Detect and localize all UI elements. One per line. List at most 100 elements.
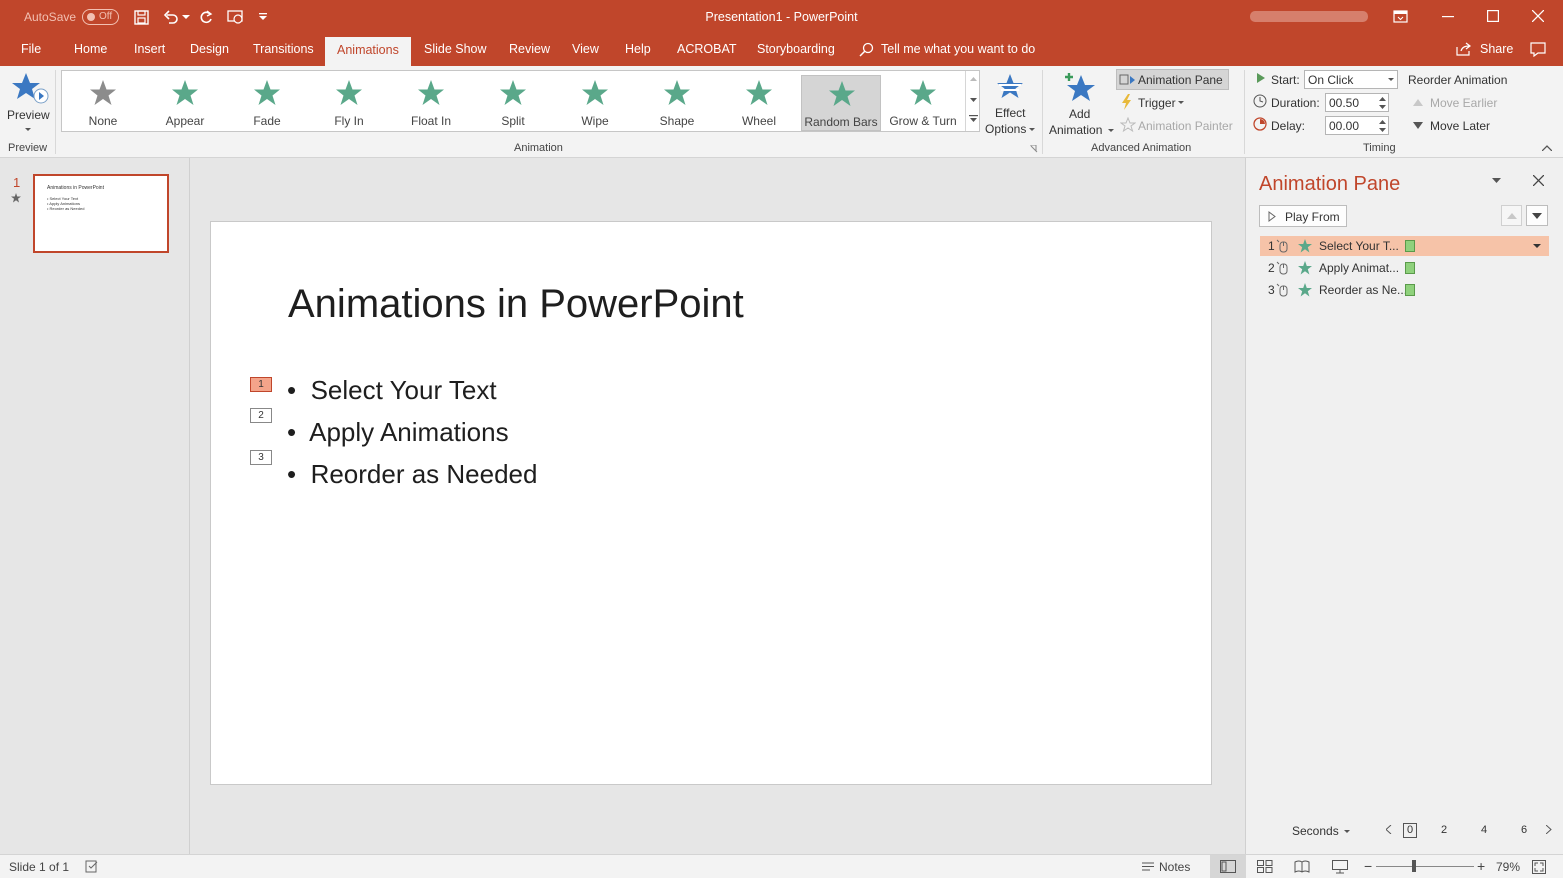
down-arrow-icon (1532, 213, 1542, 219)
zoom-in-button[interactable]: + (1477, 858, 1485, 874)
share-icon[interactable] (1456, 42, 1472, 56)
timeline-tick-2: 2 (1441, 824, 1448, 836)
pane-close-icon[interactable] (1533, 175, 1544, 186)
zoom-slider-thumb[interactable] (1412, 860, 1416, 872)
effect-split[interactable]: Split (473, 75, 553, 131)
tab-slide-show[interactable]: Slide Show (424, 42, 487, 56)
item-number: 3 (1268, 283, 1275, 297)
effect-appear[interactable]: Appear (145, 75, 225, 131)
tab-view[interactable]: View (572, 42, 599, 56)
notes-button[interactable]: Notes (1159, 860, 1190, 874)
animation-pane-item[interactable]: 1 Select Your T... (1260, 236, 1549, 256)
effect-grow-turn[interactable]: Grow & Turn (883, 75, 963, 131)
add-animation-button[interactable]: Add Animation (1046, 68, 1116, 138)
bullet-item-1[interactable]: • Select Your Text (287, 375, 497, 406)
effect-float-in[interactable]: Float In (391, 75, 471, 131)
bullet-item-3[interactable]: • Reorder as Needed (287, 459, 537, 490)
shape-star-icon (664, 80, 690, 105)
normal-view-button[interactable] (1210, 855, 1246, 878)
effect-label: Shape (659, 114, 695, 128)
reading-view-icon[interactable] (1294, 860, 1310, 873)
animation-pane-button[interactable]: Animation Pane (1116, 69, 1229, 90)
animation-pane: Animation Pane Play From 1 Select Your T.… (1245, 158, 1563, 854)
tab-transitions[interactable]: Transitions (253, 42, 314, 56)
bullet-text-2: Apply Animations (309, 417, 509, 447)
add-animation-dropdown-icon (1108, 129, 1114, 132)
minimize-icon[interactable] (1442, 16, 1454, 18)
gallery-scroll[interactable] (965, 71, 980, 131)
maximize-icon[interactable] (1487, 10, 1499, 22)
status-bar: Slide 1 of 1 Notes − + 79% (0, 854, 1563, 878)
comments-icon[interactable] (1530, 42, 1546, 57)
effect-fly-in[interactable]: Fly In (309, 75, 389, 131)
move-later-button[interactable]: Move Later (1410, 117, 1510, 135)
effect-none[interactable]: None (63, 75, 143, 131)
animation-pane-item[interactable]: 2 Apply Animat... (1260, 258, 1549, 278)
tab-file[interactable]: File (21, 42, 41, 56)
effect-options-label-2: Options (985, 122, 1027, 136)
slide-thumbnail-1[interactable]: Animations in PowerPoint • Select Your T… (33, 174, 169, 253)
timeline-left-icon[interactable] (1386, 825, 1392, 834)
preview-button[interactable]: Preview (4, 68, 52, 136)
gallery-up-icon[interactable] (970, 77, 977, 81)
seconds-dropdown-icon (1344, 830, 1350, 833)
close-icon[interactable] (1532, 10, 1544, 22)
move-earlier-button[interactable]: Move Earlier (1410, 94, 1510, 112)
spelling-check-icon[interactable] (85, 860, 99, 873)
play-from-button[interactable]: Play From (1259, 205, 1347, 227)
tab-acrobat[interactable]: ACROBAT (677, 42, 737, 56)
effect-options-button[interactable]: Effect Options (984, 70, 1036, 138)
effect-random-bars[interactable]: Random Bars (801, 75, 881, 131)
tab-insert[interactable]: Insert (134, 42, 165, 56)
animation-tag-1[interactable]: 1 (250, 377, 272, 392)
tab-review[interactable]: Review (509, 42, 550, 56)
bullet-item-2[interactable]: • Apply Animations (287, 417, 509, 448)
zoom-level[interactable]: 79% (1496, 860, 1520, 874)
zoom-slider[interactable] (1376, 866, 1474, 867)
animation-pane-item[interactable]: 3 Reorder as Ne... (1260, 280, 1549, 300)
animation-dialog-launcher-icon[interactable] (1030, 145, 1038, 153)
effect-shape[interactable]: Shape (637, 75, 717, 131)
gallery-more-icon[interactable] (969, 115, 978, 123)
zoom-out-button[interactable]: − (1364, 858, 1372, 874)
animation-painter-button[interactable]: Animation Painter (1118, 117, 1240, 135)
separator (1244, 70, 1245, 154)
slide-sorter-icon[interactable] (1257, 860, 1273, 873)
delay-input[interactable]: 00.00 (1325, 116, 1389, 135)
animation-tag-2[interactable]: 2 (250, 408, 272, 423)
fit-to-window-icon[interactable] (1532, 860, 1546, 874)
tab-home[interactable]: Home (74, 42, 107, 56)
slide-canvas[interactable]: Animations in PowerPoint 1 2 3 • Select … (210, 221, 1212, 785)
tab-storyboarding[interactable]: Storyboarding (757, 42, 835, 56)
duration-spinner-icon[interactable] (1379, 97, 1386, 109)
collapse-ribbon-icon[interactable] (1542, 145, 1552, 151)
animation-painter-label: Animation Painter (1138, 119, 1233, 133)
none-star-icon (90, 80, 116, 105)
share-button[interactable]: Share (1480, 42, 1513, 56)
tab-design[interactable]: Design (190, 42, 229, 56)
move-down-button[interactable] (1526, 205, 1548, 226)
effect-wipe[interactable]: Wipe (555, 75, 635, 131)
animation-tag-3[interactable]: 3 (250, 450, 272, 465)
move-up-button[interactable] (1501, 205, 1522, 226)
start-select[interactable]: On Click (1304, 70, 1398, 89)
gallery-down-icon[interactable] (970, 98, 977, 102)
slide-title[interactable]: Animations in PowerPoint (288, 282, 744, 327)
timeline-right-icon[interactable] (1546, 825, 1552, 834)
tell-me-input[interactable]: Tell me what you want to do (881, 42, 1035, 56)
delay-spinner-icon[interactable] (1379, 120, 1386, 132)
item-number: 2 (1268, 261, 1275, 275)
ribbon-display-options-icon[interactable] (1393, 10, 1408, 23)
item-dropdown-icon[interactable] (1533, 244, 1541, 249)
pane-options-icon[interactable] (1492, 178, 1501, 184)
thumb-title: Animations in PowerPoint (47, 185, 104, 191)
slideshow-view-icon[interactable] (1332, 860, 1348, 874)
tab-help[interactable]: Help (625, 42, 651, 56)
seconds-dropdown[interactable]: Seconds (1292, 823, 1352, 839)
effect-fade[interactable]: Fade (227, 75, 307, 131)
tab-animations[interactable]: Animations (325, 37, 411, 66)
delay-label: Delay: (1271, 119, 1306, 133)
effect-wheel[interactable]: Wheel (719, 75, 799, 131)
trigger-button[interactable]: Trigger (1118, 94, 1198, 112)
duration-input[interactable]: 00.50 (1325, 93, 1389, 112)
